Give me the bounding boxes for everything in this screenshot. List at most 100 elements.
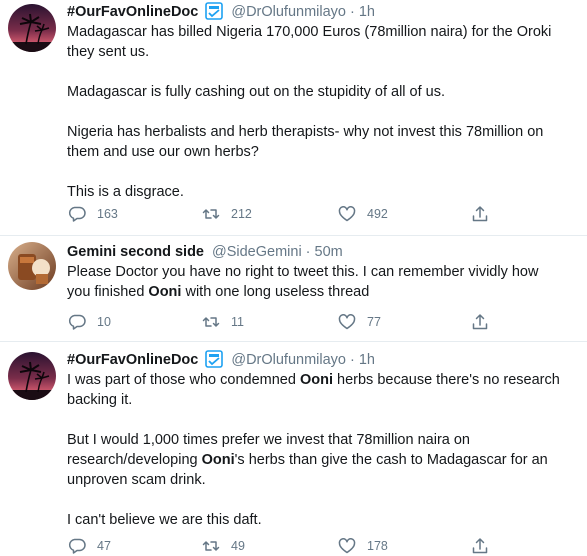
separator-dot: · [305,244,311,260]
retweet-count: 11 [231,315,244,329]
retweet-button[interactable]: 11 [201,312,244,332]
text-segment: herbs because there's no research [332,372,560,388]
reply-button[interactable]: 10 [67,312,111,332]
reply-button[interactable]: 163 [67,204,118,224]
tweet[interactable]: Gemini second side @SideGemini · 50m Ple… [0,236,587,342]
tweet-text-line: you finished Ooni with one long useless … [67,282,577,302]
text-segment: research/developing [67,452,202,468]
reply-count: 163 [97,207,118,221]
tweet-text-line: they sent us. [67,42,577,62]
text-segment: But I would 1,000 times prefer we invest… [67,432,470,448]
reply-icon [68,538,86,554]
tweet-header: #OurFavOnlineDoc @DrOlufunmilayo · 1h [67,2,577,22]
tweet-text-line: unproven scam drink. [67,470,577,490]
verified-icon [205,2,224,20]
tweet-text-line: I can't believe we are this daft. [67,510,577,530]
like-icon [338,538,356,554]
avatar-palm-sunset-image [8,352,56,400]
reply-count: 47 [97,539,111,553]
text-segment: Nigeria has herbalists and herb therapis… [67,124,544,140]
tweet-header: Gemini second side @SideGemini · 50m [67,242,577,262]
like-button[interactable]: 77 [337,312,381,332]
tweet-header: #OurFavOnlineDoc @DrOlufunmilayo · 1h [67,350,577,370]
tweet-actions: 10 11 77 [67,312,507,332]
retweet-icon [202,317,220,327]
reply-count: 10 [97,315,111,329]
timestamp[interactable]: 1h [359,2,375,22]
author-handle[interactable]: @SideGemini [212,242,302,262]
tweet-text-line: This is a disgrace. [67,182,577,202]
share-button[interactable] [470,204,490,224]
bold-text: Ooni [299,372,333,388]
share-button[interactable] [470,312,490,332]
tweet[interactable]: #OurFavOnlineDoc @DrOlufunmilayo · 1h Ma… [0,0,587,236]
text-segment: you finished [67,284,149,300]
reply-button[interactable]: 47 [67,536,111,556]
tweet-text-line: Madagascar is fully cashing out on the s… [67,82,577,102]
timestamp[interactable]: 50m [315,242,343,262]
share-button[interactable] [470,536,490,556]
text-segment: I can't believe we are this daft. [67,512,262,528]
verified-icon [205,350,224,368]
timestamp[interactable]: 1h [359,350,375,370]
author-name[interactable]: #OurFavOnlineDoc [67,2,198,22]
bold-text: Ooni [148,284,182,300]
like-count: 178 [367,539,388,553]
text-segment: This is a disgrace. [67,184,184,200]
tweet-text: Madagascar has billed Nigeria 170,000 Eu… [67,22,577,202]
author-name[interactable]: Gemini second side [67,242,204,262]
tweet-text-line: backing it. [67,390,577,410]
retweet-icon [202,209,220,219]
tweet-text-line: Please Doctor you have no right to tweet… [67,262,577,282]
like-button[interactable]: 178 [337,536,388,556]
text-segment: I was part of those who condemned [67,372,300,388]
tweet-actions: 47 49 178 [67,536,507,556]
retweet-icon [202,541,220,551]
text-segment: backing it. [67,392,133,408]
like-count: 77 [367,315,381,329]
reply-icon [68,206,86,222]
avatar-palm-sunset-image [8,4,56,52]
text-segment: Please Doctor you have no right to tweet… [67,264,539,280]
author-name[interactable]: #OurFavOnlineDoc [67,350,198,370]
text-segment: Madagascar has billed Nigeria 170,000 Eu… [67,24,552,40]
avatar[interactable] [8,4,56,52]
tweet-text-line: research/developing Ooni's herbs than gi… [67,450,577,470]
tweet[interactable]: #OurFavOnlineDoc @DrOlufunmilayo · 1h I … [0,342,587,554]
avatar[interactable] [8,242,56,290]
text-segment: with one long useless thread [181,284,370,300]
avatar[interactable] [8,352,56,400]
author-handle[interactable]: @DrOlufunmilayo [231,350,346,370]
tweet-text-line: them and use our own herbs? [67,142,577,162]
timeline-feed: #OurFavOnlineDoc @DrOlufunmilayo · 1h Ma… [0,0,587,554]
retweet-button[interactable]: 49 [201,536,245,556]
tweet-text: I was part of those who condemned Ooni h… [67,370,577,530]
like-icon [338,314,356,330]
bold-text: Ooni [201,452,235,468]
text-segment: they sent us. [67,44,150,60]
author-handle[interactable]: @DrOlufunmilayo [231,2,346,22]
text-segment: unproven scam drink. [67,472,206,488]
share-icon [472,538,488,554]
like-button[interactable]: 492 [337,204,388,224]
share-icon [472,206,488,222]
separator-dot: · [349,4,355,20]
like-icon [338,206,356,222]
tweet-text-line: Madagascar has billed Nigeria 170,000 Eu… [67,22,577,42]
tweet-actions: 163 212 492 [67,204,507,224]
tweet-text-line: Nigeria has herbalists and herb therapis… [67,122,577,142]
tweet-text-line: I was part of those who condemned Ooni h… [67,370,577,390]
share-icon [472,314,488,330]
tweet-text: Please Doctor you have no right to tweet… [67,262,577,302]
retweet-button[interactable]: 212 [201,204,252,224]
text-segment: Madagascar is fully cashing out on the s… [67,84,446,100]
tweet-text-line: But I would 1,000 times prefer we invest… [67,430,577,450]
like-count: 492 [367,207,388,221]
avatar-photo-image [8,242,56,290]
reply-icon [68,314,86,330]
